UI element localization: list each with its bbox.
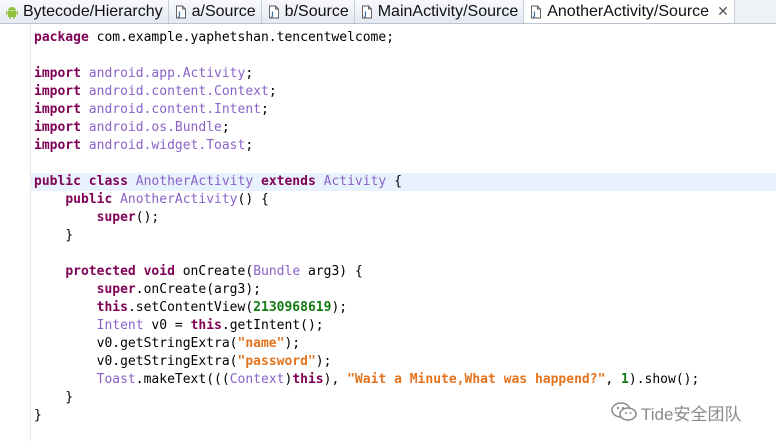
tab-label: AnotherActivity/Source	[547, 2, 710, 20]
editor-tab-bar: Bytecode/Hierarchy Ja/Source Jb/Source J Mai…	[0, 0, 776, 24]
wechat-icon	[611, 402, 637, 421]
code-line-text: Intent v0 = this.getIntent();	[96, 318, 324, 333]
code-line-text: super.onCreate(arg3);	[96, 282, 261, 297]
code-line-text: this.setContentView(2130968619);	[96, 300, 348, 315]
code-line-text: import android.widget.Toast;	[34, 138, 254, 153]
code-line[interactable]: import android.content.Context;	[31, 83, 776, 101]
code-line[interactable]: super.onCreate(arg3);	[31, 281, 776, 299]
tab-label: b/Source	[284, 2, 349, 20]
source-file-icon: J	[175, 5, 186, 18]
close-icon[interactable]: ✕	[717, 3, 729, 20]
code-line-text: Toast.makeText(((Context)this), "Wait a …	[96, 372, 700, 387]
code-line-text: }	[34, 228, 74, 243]
code-line[interactable]: import android.app.Activity;	[31, 65, 776, 83]
code-line[interactable]: super();	[31, 209, 776, 227]
code-line-text: super();	[96, 210, 160, 225]
code-line-text: public AnotherActivity() {	[65, 192, 269, 207]
code-line-text: public class AnotherActivity extends Act…	[34, 174, 402, 189]
code-line[interactable]: public AnotherActivity() {	[31, 191, 776, 209]
code-line-text: import android.content.Context;	[34, 84, 277, 99]
tab-b-source[interactable]: Jb/Source	[261, 0, 355, 23]
code-line[interactable]: public class AnotherActivity extends Act…	[31, 173, 776, 191]
code-line[interactable]: Toast.makeText(((Context)this), "Wait a …	[31, 371, 776, 389]
code-line-text: import android.app.Activity;	[34, 66, 254, 81]
svg-text:J: J	[177, 10, 180, 18]
code-line[interactable]: import android.widget.Toast;	[31, 137, 776, 155]
android-icon	[6, 6, 18, 19]
code-line-text: import android.os.Bundle;	[34, 120, 230, 135]
tab-anotheractivity-source[interactable]: J AnotherActivity/Source ✕	[524, 0, 735, 23]
code-line-text: import android.content.Intent;	[34, 102, 269, 117]
code-line[interactable]: import android.os.Bundle;	[31, 119, 776, 137]
tab-label: a/Source	[191, 2, 256, 20]
tab-a-source[interactable]: Ja/Source	[168, 0, 262, 23]
watermark-text: Tide安全团队	[641, 404, 742, 424]
source-file-icon: J	[268, 5, 279, 18]
code-line-text: v0.getStringExtra("name");	[34, 336, 301, 351]
code-line[interactable]	[31, 245, 776, 263]
code-editor[interactable]: package com.example.yaphetshan.tencentwe…	[31, 24, 776, 441]
svg-text:J: J	[270, 10, 273, 18]
code-line[interactable]: import android.content.Intent;	[31, 101, 776, 119]
svg-text:J: J	[363, 10, 366, 18]
tab-label: Bytecode/Hierarchy	[23, 2, 163, 20]
code-line[interactable]	[31, 155, 776, 173]
watermark: Tide安全团队	[611, 397, 741, 427]
source-file-icon: J	[361, 5, 372, 18]
tab-bytecode-hierarchy[interactable]: Bytecode/Hierarchy	[0, 0, 169, 23]
code-line[interactable]: package com.example.yaphetshan.tencentwe…	[31, 29, 776, 47]
code-line-text: }	[34, 408, 42, 423]
editor-gutter	[0, 24, 31, 441]
code-line-text: protected void onCreate(Bundle arg3) {	[65, 264, 363, 279]
code-line[interactable]: }	[31, 227, 776, 245]
code-line[interactable]: this.setContentView(2130968619);	[31, 299, 776, 317]
code-line[interactable]: Intent v0 = this.getIntent();	[31, 317, 776, 335]
code-line-text: package com.example.yaphetshan.tencentwe…	[34, 30, 395, 45]
tab-label: MainActivity/Source	[377, 2, 519, 20]
source-file-icon: J	[531, 5, 542, 18]
svg-text:J: J	[533, 10, 536, 18]
code-line[interactable]: v0.getStringExtra("password");	[31, 353, 776, 371]
code-line-text: }	[34, 390, 74, 405]
code-line-text: v0.getStringExtra("password");	[34, 354, 332, 369]
tab-mainactivity-source[interactable]: J MainActivity/Source	[354, 0, 525, 23]
code-line[interactable]: protected void onCreate(Bundle arg3) {	[31, 263, 776, 281]
code-line[interactable]: v0.getStringExtra("name");	[31, 335, 776, 353]
code-line[interactable]	[31, 47, 776, 65]
